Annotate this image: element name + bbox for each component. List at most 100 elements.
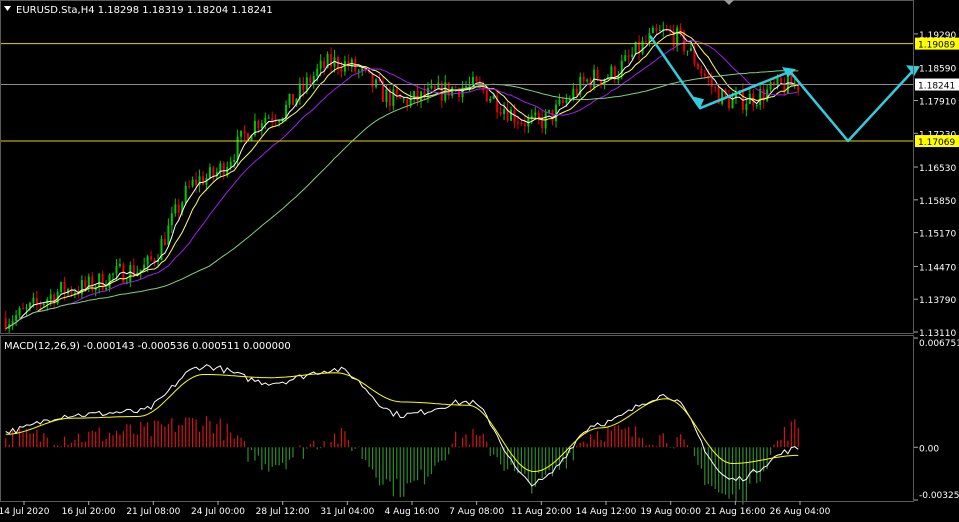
time-tick-label: 14 Jul 2020 [0, 507, 50, 517]
bull-candle [745, 104, 748, 110]
bull-candle [112, 273, 115, 275]
bull-candle [118, 264, 121, 266]
bear-candle [644, 40, 647, 42]
bull-candle [28, 302, 31, 308]
bear-candle [222, 163, 225, 176]
bull-candle [586, 79, 589, 82]
bear-candle [188, 185, 191, 187]
bull-candle [42, 303, 45, 306]
bull-candle [278, 121, 281, 123]
time-tick-label: 21 Aug 16:00 [705, 507, 766, 517]
bear-candle [63, 282, 66, 294]
scroll-marker-icon[interactable] [724, 0, 734, 5]
bull-candle [375, 79, 378, 88]
bear-candle [627, 55, 630, 58]
current-price-label: 1.18241 [918, 82, 955, 92]
bull-candle [437, 82, 440, 90]
bear-candle [523, 123, 526, 127]
bear-candle [783, 83, 786, 94]
ma-slow-line [5, 40, 799, 330]
bear-candle [101, 273, 104, 290]
bull-candle [98, 273, 101, 288]
time-tick-label: 16 Jul 20:00 [62, 507, 116, 517]
bull-candle [108, 274, 111, 288]
bear-candle [177, 204, 180, 213]
bear-candle [454, 87, 457, 89]
bull-candle [316, 68, 319, 76]
bull-candle [260, 123, 263, 128]
bear-candle [516, 122, 519, 124]
bear-candle [499, 112, 502, 115]
bull-candle [786, 74, 789, 94]
bear-candle [561, 99, 564, 103]
resistance-label: 1.19089 [918, 41, 955, 51]
bull-candle [465, 86, 468, 88]
time-tick-label: 21 Jul 08:00 [126, 507, 180, 517]
ma-long-line [5, 70, 799, 330]
bear-candle [150, 256, 153, 260]
time-tick-label: 31 Jul 04:00 [320, 507, 374, 517]
bull-candle [755, 104, 758, 106]
bear-candle [596, 69, 599, 81]
macd-header: MACD(12,26,9) -0.000143 -0.000536 0.0005… [4, 341, 291, 352]
bull-candle [343, 61, 346, 72]
bull-candle [305, 77, 308, 90]
bull-candle [267, 117, 270, 119]
bull-candle [610, 66, 613, 78]
ma-fast-line [5, 28, 799, 330]
bull-candle [686, 50, 689, 52]
trading-chart[interactable]: 1.192901.185901.179101.172301.165301.158… [0, 0, 959, 518]
bear-candle [696, 63, 699, 70]
support-label: 1.17069 [918, 138, 955, 148]
bear-candle [416, 90, 419, 102]
bear-candle [309, 77, 312, 84]
macd-tick-label: -0.003256 [919, 491, 959, 501]
bull-candle [240, 130, 243, 137]
time-tick-label: 28 Jul 12:00 [256, 507, 310, 517]
bear-candle [714, 86, 717, 88]
bull-candle [146, 256, 149, 265]
bear-candle [354, 59, 357, 72]
bear-candle [271, 117, 274, 122]
chart-menu-icon[interactable] [4, 6, 11, 11]
macd-frame [0, 335, 914, 502]
bull-candle [184, 185, 187, 203]
price-frame [0, 0, 914, 334]
bull-candle [651, 27, 654, 34]
bear-candle [274, 121, 277, 123]
bear-candle [330, 54, 333, 67]
bull-candle [766, 89, 769, 101]
chart-canvas[interactable]: 1.192901.185901.179101.172301.165301.158… [0, 0, 959, 518]
bear-candle [323, 60, 326, 68]
bull-candle [503, 109, 506, 115]
bear-candle [257, 120, 260, 128]
bear-candle [122, 264, 125, 283]
bull-candle [15, 315, 18, 321]
bull-candle [105, 287, 108, 290]
bear-candle [406, 98, 409, 107]
bull-candle [170, 213, 173, 226]
bear-candle [700, 69, 703, 74]
macd-panel[interactable] [5, 364, 799, 505]
bear-candle [35, 297, 38, 304]
bull-candle [558, 99, 561, 105]
bull-candle [87, 276, 90, 287]
bull-candle [264, 117, 267, 124]
time-tick-label: 14 Aug 12:00 [576, 507, 637, 517]
price-tick-label: 1.17910 [919, 97, 956, 107]
bear-candle [679, 27, 682, 32]
bull-candle [60, 282, 63, 293]
bear-candle [243, 130, 246, 134]
bull-candle [402, 98, 405, 100]
price-panel[interactable] [0, 21, 920, 333]
bull-candle [208, 167, 211, 178]
time-tick-label: 19 Aug 00:00 [640, 507, 701, 517]
bull-candle [219, 163, 222, 172]
price-tick-label: 1.14470 [919, 263, 956, 273]
bull-candle [624, 55, 627, 61]
bear-candle [291, 93, 294, 106]
bull-candle [236, 136, 239, 161]
bull-candle [191, 179, 194, 187]
bull-candle [392, 89, 395, 106]
bull-candle [555, 104, 558, 121]
